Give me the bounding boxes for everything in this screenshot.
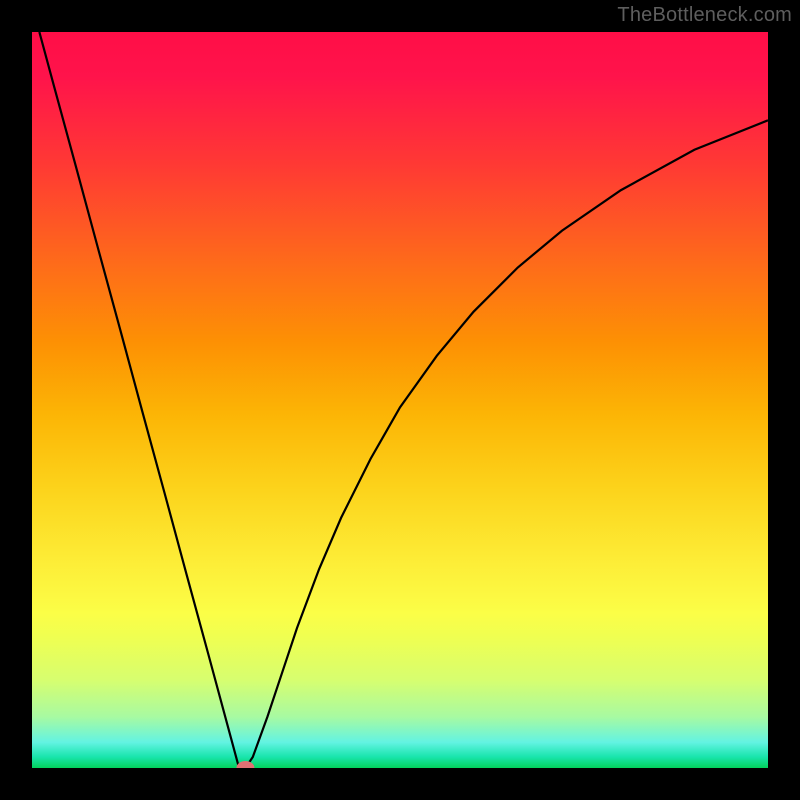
plot-area (32, 32, 768, 768)
watermark-text: TheBottleneck.com (617, 4, 792, 27)
curve-svg (32, 32, 768, 768)
chart-container: TheBottleneck.com (0, 0, 800, 800)
bottleneck-curve (39, 32, 768, 768)
minimum-marker (236, 761, 254, 768)
